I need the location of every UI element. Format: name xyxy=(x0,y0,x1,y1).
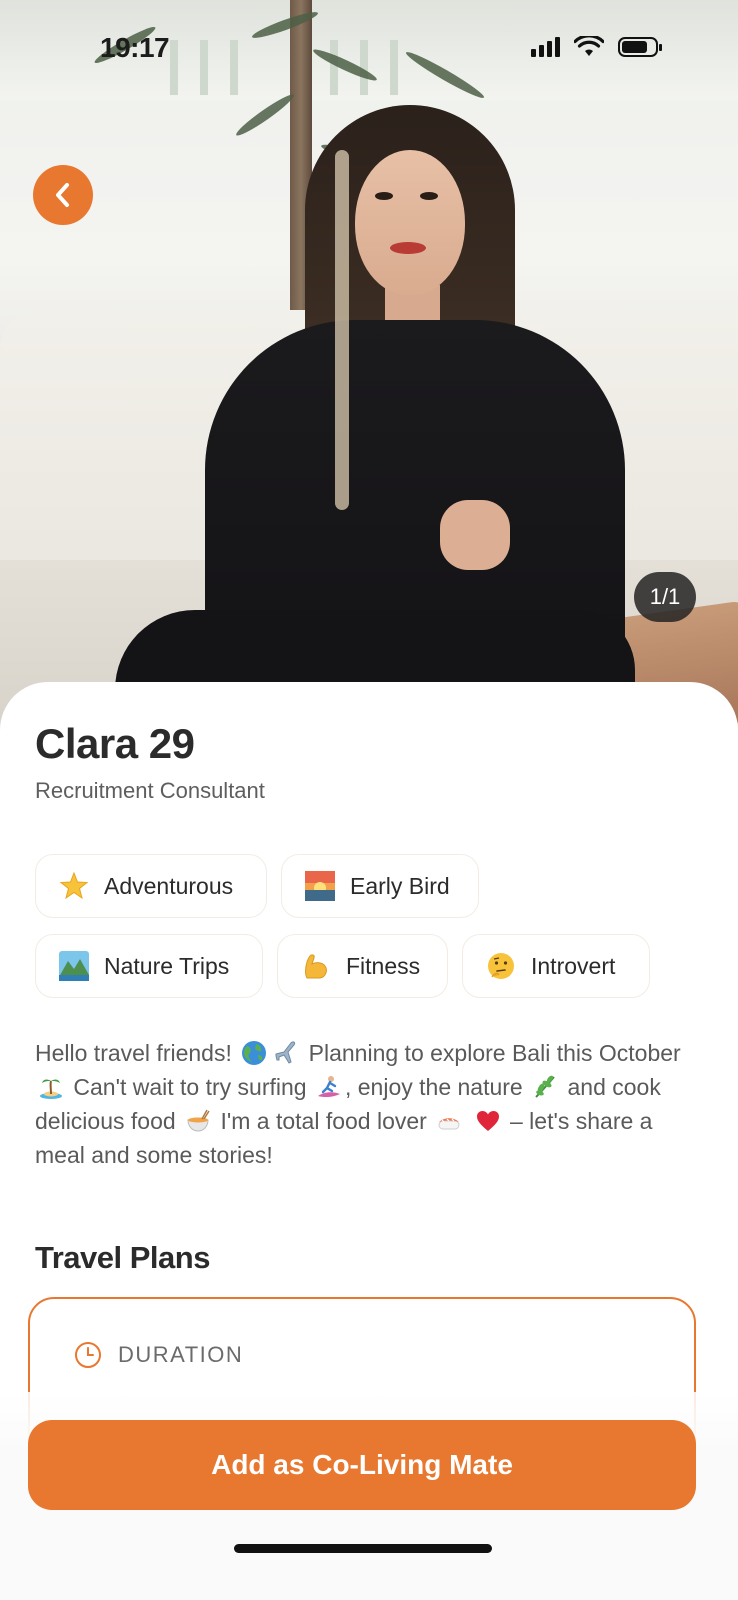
wifi-icon xyxy=(574,36,604,56)
trait-chip-fitness: Fitness xyxy=(277,934,448,998)
status-icons xyxy=(531,36,662,58)
trait-chip-adventurous: Adventurous xyxy=(35,854,267,918)
flexed-bicep-icon xyxy=(300,950,332,982)
profile-occupation: Recruitment Consultant xyxy=(35,778,265,803)
photo-counter-badge: 1/1 xyxy=(634,572,696,622)
sushi-icon xyxy=(438,1118,460,1130)
star-icon xyxy=(58,870,90,902)
trait-label: Nature Trips xyxy=(104,952,230,979)
duration-label: DURATION xyxy=(118,1342,244,1367)
red-heart-icon xyxy=(476,1111,499,1131)
profile-name: Clara 29 xyxy=(35,720,195,767)
battery-icon xyxy=(618,37,662,57)
add-co-living-mate-button[interactable]: Add as Co-Living Mate xyxy=(28,1420,696,1510)
chevron-left-icon xyxy=(56,183,69,207)
trait-chip-introvert: Introvert xyxy=(462,934,650,998)
trait-chip-nature-trips: Nature Trips xyxy=(35,934,263,998)
noodle-bowl-icon xyxy=(187,1109,210,1132)
mountain-landscape-icon xyxy=(58,950,90,982)
travel-plans-title: Travel Plans xyxy=(35,1240,210,1275)
trait-label: Introvert xyxy=(531,952,616,979)
clock-icon xyxy=(75,1342,101,1368)
trait-label: Fitness xyxy=(346,952,421,979)
cellular-signal-icon xyxy=(531,37,560,57)
globe-icon xyxy=(242,1041,267,1065)
herb-icon xyxy=(535,1075,555,1098)
surfer-icon xyxy=(317,1076,340,1098)
duration-row: DURATION xyxy=(74,1341,243,1369)
palm-island-icon xyxy=(40,1079,62,1099)
profile-photo xyxy=(0,0,738,740)
sunrise-icon xyxy=(304,870,336,902)
trait-chip-early-bird: Early Bird xyxy=(281,854,479,918)
thinking-face-icon xyxy=(485,950,517,982)
home-indicator xyxy=(234,1544,492,1553)
back-button[interactable] xyxy=(33,165,93,225)
trait-label: Early Bird xyxy=(350,872,450,899)
trait-label: Adventurous xyxy=(104,872,234,899)
airplane-icon xyxy=(275,1041,296,1064)
status-time: 19:17 xyxy=(100,32,170,63)
profile-bio: Hello travel friends! Planning to explor… xyxy=(35,1040,681,1168)
